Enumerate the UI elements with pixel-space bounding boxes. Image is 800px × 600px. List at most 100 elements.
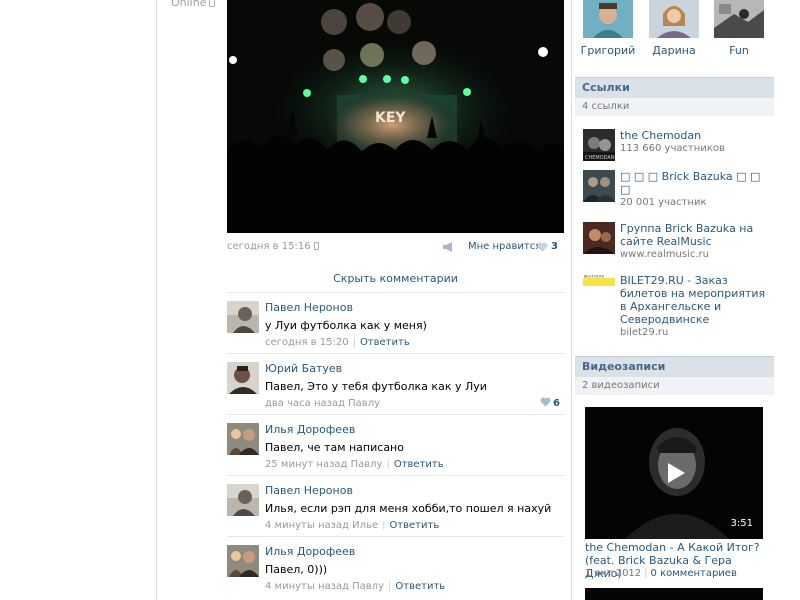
- hide-comments-link[interactable]: Скрыть комментарии: [227, 272, 564, 285]
- comment-meta: 4 минуты назад Илье | Ответить: [265, 520, 439, 531]
- reply-link[interactable]: Ответить: [389, 520, 439, 531]
- avatar[interactable]: [227, 423, 259, 455]
- links-count: 4 ссылки: [582, 101, 630, 112]
- friend-photo[interactable]: [583, 0, 633, 38]
- link-title[interactable]: BILET29.RU - Заказ билетов на мероприяти…: [620, 274, 770, 326]
- like-count[interactable]: 3: [551, 241, 558, 252]
- separator: |: [388, 581, 392, 592]
- comment-time[interactable]: сегодня в 15:20: [265, 337, 349, 348]
- comment-like-count: 6: [553, 398, 560, 409]
- play-icon[interactable]: [665, 462, 687, 484]
- link-thumbnail-text: CHEMODAN: [585, 155, 615, 161]
- friend-card[interactable]: Fun: [709, 0, 769, 57]
- link-subtitle: www.realmusic.ru: [620, 249, 709, 260]
- avatar-image: [227, 423, 259, 455]
- video-duration: 3:51: [730, 518, 753, 529]
- link-title[interactable]: the Chemodan: [620, 129, 770, 142]
- separator: |: [386, 459, 390, 470]
- link-thumbnail-image: [583, 170, 615, 202]
- link-subtitle: bilet29.ru: [620, 327, 669, 338]
- avatar-image: [227, 362, 259, 394]
- comment-like-button[interactable]: 6: [540, 397, 560, 409]
- avatar[interactable]: [227, 362, 259, 394]
- video-comments-link[interactable]: 0 комментариев: [651, 568, 737, 579]
- avatar[interactable]: [227, 301, 259, 333]
- friend-photo[interactable]: [714, 0, 764, 38]
- videos-count-bar: 2 видеозаписи: [575, 377, 774, 395]
- avatar[interactable]: [227, 484, 259, 516]
- comment-author[interactable]: Илья Дорофеев: [265, 545, 355, 558]
- comment-author[interactable]: Павел Неронов: [265, 301, 353, 314]
- link-title[interactable]: Группа Brick Bazuka на сайте RealMusic: [620, 222, 770, 248]
- comment-author[interactable]: Илья Дорофеев: [265, 423, 355, 436]
- videos-count: 2 видеозаписи: [582, 380, 660, 391]
- links-header[interactable]: Ссылки: [575, 77, 774, 98]
- link-thumbnail[interactable]: CHEMODAN: [583, 129, 615, 161]
- reply-link[interactable]: Ответить: [360, 337, 410, 348]
- separator: |: [352, 337, 356, 348]
- comment-time[interactable]: 25 минут назад Павлу: [265, 459, 382, 470]
- comment-meta: 25 минут назад Павлу | Ответить: [265, 459, 444, 470]
- comment-meta: 4 минуты назад Павлу | Ответить: [265, 581, 445, 592]
- link-thumbnail[interactable]: [583, 222, 615, 254]
- online-status: Online: [171, 0, 216, 9]
- friend-name[interactable]: Fun: [709, 44, 769, 57]
- friend-photo-image: [583, 0, 633, 38]
- videos-header[interactable]: Видеозаписи: [575, 356, 774, 377]
- post-timestamp[interactable]: сегодня в 15:16: [227, 241, 319, 252]
- share-megaphone-icon[interactable]: [442, 241, 456, 253]
- comment-time[interactable]: 4 минуты назад Илье: [265, 520, 378, 531]
- friend-card[interactable]: Григорий: [578, 0, 638, 57]
- comment-text: Илья, если рэп для меня хобби,то пошел я…: [265, 502, 552, 515]
- friend-photo-image: [714, 0, 764, 38]
- video-thumbnail[interactable]: [585, 588, 763, 600]
- link-subtitle: 20 001 участник: [620, 197, 707, 208]
- link-subtitle: 113 660 участников: [620, 143, 725, 154]
- link-thumbnail-image: [583, 222, 615, 254]
- like-button[interactable]: Мне нравится: [468, 241, 541, 252]
- avatar-image: [227, 545, 259, 577]
- reply-link[interactable]: Ответить: [395, 581, 445, 592]
- comment-item: Илья Дорофеев Павел, че там написано 25 …: [227, 415, 564, 476]
- comment-time[interactable]: два часа назад Павлу: [265, 398, 380, 409]
- heart-icon[interactable]: [537, 242, 548, 252]
- profile-page: Online KEY сегодня в 15:16 Мне нравится …: [0, 0, 800, 600]
- avatar-image: [227, 301, 259, 333]
- comment-time[interactable]: 4 минуты назад Павлу: [265, 581, 384, 592]
- post-meta: сегодня в 15:16 Мне нравится 3: [227, 240, 564, 256]
- mobile-phone-icon: [209, 0, 216, 7]
- heart-icon: [540, 397, 551, 407]
- separator: |: [382, 520, 386, 531]
- friend-name[interactable]: Дарина: [644, 44, 704, 57]
- link-title[interactable]: □ □ □ Brick Bazuka □ □ □: [620, 170, 770, 196]
- comment-meta: два часа назад Павлу: [265, 398, 380, 409]
- comment-item: Павел Неронов у Луи футболка как у меня)…: [227, 293, 564, 354]
- avatar[interactable]: [227, 545, 259, 577]
- comment-text: Павел, че там написано: [265, 441, 404, 454]
- videos-title: Видеозаписи: [582, 360, 666, 373]
- link-thumbnail[interactable]: BILET29.RU: [583, 274, 615, 286]
- online-status-label: Online: [171, 0, 207, 9]
- links-title: Ссылки: [582, 81, 630, 94]
- comment-meta: сегодня в 15:20 | Ответить: [265, 337, 410, 348]
- link-thumbnail[interactable]: [583, 170, 615, 202]
- comment-text: Павел, 0))): [265, 563, 328, 576]
- friend-card[interactable]: Дарина: [644, 0, 704, 57]
- friend-photo[interactable]: [649, 0, 699, 38]
- separator: |: [644, 568, 648, 579]
- video-date: 1 окт 2012: [585, 568, 642, 579]
- comment-author[interactable]: Юрий Батуев: [265, 362, 342, 375]
- mobile-phone-icon: [313, 242, 319, 250]
- comment-item: Илья Дорофеев Павел, 0))) 4 минуты назад…: [227, 537, 564, 598]
- video-thumbnail[interactable]: 3:51: [585, 407, 763, 539]
- reply-link[interactable]: Ответить: [394, 459, 444, 470]
- comment-item: Павел Неронов Илья, если рэп для меня хо…: [227, 476, 564, 537]
- comment-text: у Луи футболка как у меня): [265, 319, 427, 332]
- post-photo[interactable]: KEY: [227, 0, 564, 233]
- left-column-divider: [156, 0, 157, 600]
- post-time-label: сегодня в 15:16: [227, 241, 311, 252]
- avatar-image: [227, 484, 259, 516]
- stage-banner-text: KEY: [375, 110, 406, 126]
- friend-name[interactable]: Григорий: [578, 44, 638, 57]
- comment-author[interactable]: Павел Неронов: [265, 484, 353, 497]
